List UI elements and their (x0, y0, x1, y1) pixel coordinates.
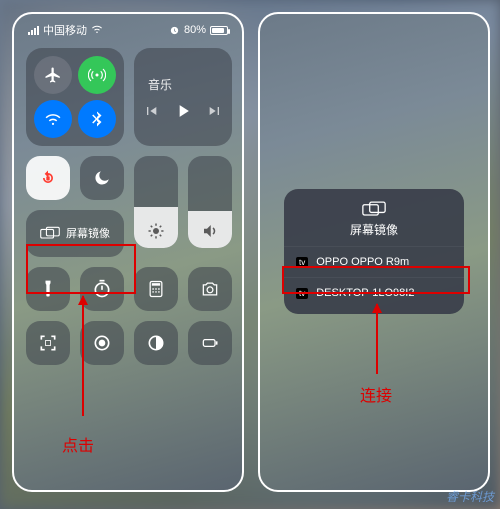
wifi-toggle[interactable] (34, 100, 72, 138)
calculator-button[interactable] (134, 267, 178, 311)
callout-label-left: 点击 (62, 432, 94, 456)
moon-icon (92, 168, 112, 188)
signal-bars-icon (28, 26, 39, 35)
phone-right: 屏幕镜像 tv OPPO OPPO R9m tv DESKTOP-1LO98I2… (258, 12, 490, 492)
dnd-toggle[interactable] (80, 156, 124, 200)
callout-arrow-left (82, 296, 84, 416)
callout-label-right: 连接 (360, 382, 392, 406)
dark-mode-icon (146, 333, 166, 353)
connectivity-group (26, 48, 124, 146)
popup-title: 屏幕镜像 (350, 221, 398, 238)
qr-scan-icon (38, 333, 58, 353)
timer-icon (92, 279, 112, 299)
rotation-lock-icon (38, 168, 58, 188)
watermark: 睿卡科技 (446, 488, 494, 505)
wifi-icon (44, 110, 62, 128)
carrier-label: 中国移动 (43, 22, 87, 38)
flashlight-button[interactable] (26, 267, 70, 311)
camera-button[interactable] (188, 267, 232, 311)
rotation-lock-toggle[interactable] (26, 156, 70, 200)
screen-mirror-icon (362, 201, 386, 217)
dark-mode-button[interactable] (134, 321, 178, 365)
next-track-icon[interactable] (207, 103, 223, 119)
brightness-icon (147, 222, 165, 240)
brightness-slider[interactable] (134, 156, 178, 248)
phone-left: 中国移动 80% 音乐 (12, 12, 244, 492)
alarm-icon (169, 25, 180, 36)
cellular-icon (88, 66, 106, 84)
flashlight-icon (38, 279, 58, 299)
wifi-status-icon (91, 24, 103, 37)
prev-track-icon[interactable] (143, 103, 159, 119)
camera-icon (200, 279, 220, 299)
volume-icon (201, 222, 219, 240)
battery-pct-label: 80% (184, 24, 206, 36)
airplane-toggle[interactable] (34, 56, 72, 94)
volume-slider[interactable] (188, 156, 232, 248)
appletv-badge-icon: tv (296, 288, 308, 299)
device-name: OPPO OPPO R9m (316, 256, 409, 268)
music-label: 音乐 (148, 76, 172, 93)
device-name: DESKTOP-1LO98I2 (316, 287, 414, 299)
music-module[interactable]: 音乐 (134, 48, 232, 146)
appletv-badge-icon: tv (296, 257, 308, 268)
battery-icon (210, 26, 228, 35)
status-bar: 中国移动 80% (14, 14, 242, 40)
device-row-0[interactable]: tv OPPO OPPO R9m (284, 246, 464, 277)
bluetooth-toggle[interactable] (78, 100, 116, 138)
low-power-button[interactable] (188, 321, 232, 365)
play-icon[interactable] (173, 101, 193, 121)
screen-record-icon (92, 333, 112, 353)
screen-mirror-label: 屏幕镜像 (66, 225, 110, 241)
cellular-toggle[interactable] (78, 56, 116, 94)
airplane-icon (44, 66, 62, 84)
qr-scan-button[interactable] (26, 321, 70, 365)
callout-arrow-right (376, 304, 378, 374)
screen-mirror-icon (40, 226, 60, 240)
calculator-icon (146, 279, 166, 299)
screen-record-button[interactable] (80, 321, 124, 365)
airplay-popup: 屏幕镜像 tv OPPO OPPO R9m tv DESKTOP-1LO98I2 (284, 189, 464, 314)
bluetooth-icon (88, 110, 106, 128)
control-center: 音乐 (14, 40, 242, 371)
screen-mirroring-button[interactable]: 屏幕镜像 (26, 210, 124, 257)
battery-icon (200, 333, 220, 353)
